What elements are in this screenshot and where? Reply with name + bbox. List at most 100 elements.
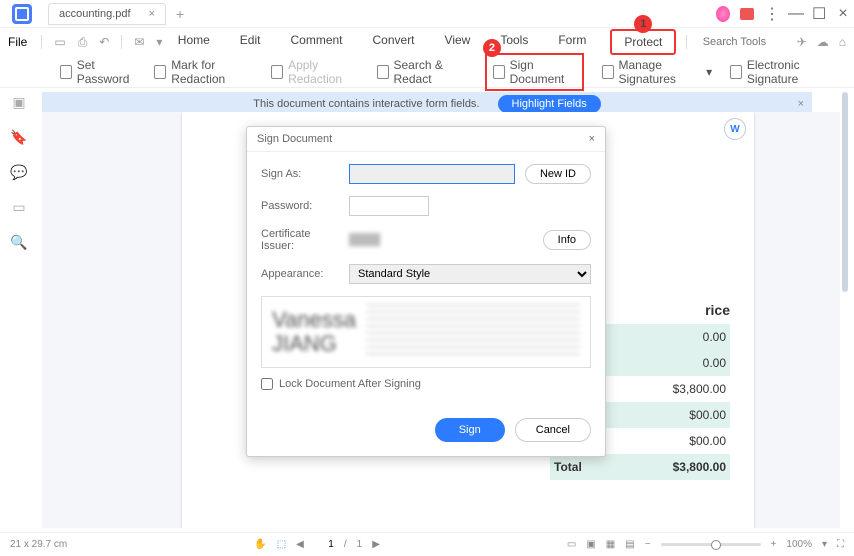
info-button[interactable]: Info (543, 230, 591, 250)
password-input[interactable] (349, 196, 429, 216)
menu-form[interactable]: Form (552, 29, 592, 55)
cloud-icon[interactable]: ☁ (817, 35, 829, 49)
signature-name-1: Vanessa (272, 308, 356, 332)
sign-as-select[interactable] (349, 164, 515, 184)
dialog-title: Sign Document (257, 133, 332, 145)
file-menu[interactable]: File (8, 35, 27, 49)
divider (686, 35, 687, 49)
electronic-signature-button[interactable]: Electronic Signature (730, 58, 834, 86)
menu-view[interactable]: View (439, 29, 477, 55)
apply-redaction-button: Apply Redaction (271, 58, 358, 86)
page-total: 1 (357, 539, 363, 550)
badge-1: 1 (634, 15, 652, 33)
signature-meta (366, 304, 580, 360)
sign-document-dialog: Sign Document × Sign As: New ID Password… (246, 126, 606, 457)
divider (41, 35, 42, 49)
mail-icon[interactable]: ✉ (130, 35, 148, 49)
menu-protect[interactable]: Protect 1 (610, 29, 676, 55)
redact-icon (154, 65, 166, 79)
undo-icon[interactable]: ↶ (95, 35, 113, 49)
prev-page-icon[interactable]: ◀ (296, 539, 304, 550)
issuer-label: Certificate Issuer: (261, 228, 339, 252)
appearance-label: Appearance: (261, 268, 339, 280)
search-tools-input[interactable] (703, 36, 783, 48)
table-row-total: Total$3,800.00 (550, 454, 730, 480)
menu-comment[interactable]: Comment (284, 29, 348, 55)
manage-icon (602, 65, 614, 79)
menu-home[interactable]: Home (172, 29, 216, 55)
sign-as-label: Sign As: (261, 168, 339, 180)
print-icon[interactable]: ⎙ (74, 35, 92, 50)
notification-icon[interactable] (740, 8, 754, 20)
close-infobar-icon[interactable]: × (798, 98, 804, 110)
kebab-menu-icon[interactable]: ⋮ (764, 4, 778, 24)
vertical-scrollbar[interactable] (842, 92, 848, 292)
sign-document-button[interactable]: 2 Sign Document (485, 53, 584, 91)
info-message: This document contains interactive form … (253, 98, 479, 110)
chevron-down-icon[interactable]: ▾ (152, 35, 166, 49)
close-dialog-icon[interactable]: × (589, 133, 595, 145)
next-page-icon[interactable]: ▶ (372, 539, 380, 550)
search-panel-icon[interactable]: 🔍 (10, 234, 27, 251)
send-icon[interactable]: ✈ (797, 35, 807, 49)
close-window-icon[interactable]: × (836, 5, 850, 23)
manage-signatures-button[interactable]: Manage Signatures▾ (602, 58, 712, 86)
fullscreen-icon[interactable]: ⛶ (837, 539, 844, 550)
search-icon (377, 65, 389, 79)
sign-button[interactable]: Sign (435, 418, 505, 442)
lock-checkbox[interactable] (261, 378, 273, 390)
view-mode-icon[interactable]: ▤ (625, 539, 634, 550)
zoom-value: 100% (786, 539, 812, 550)
menu-edit[interactable]: Edit (234, 29, 267, 55)
zoom-in-icon[interactable]: + (771, 539, 777, 550)
zoom-out-icon[interactable]: − (645, 539, 651, 550)
issuer-value: ████ (349, 234, 533, 246)
home-icon[interactable]: ⌂ (839, 35, 846, 49)
user-avatar[interactable] (716, 6, 730, 22)
chevron-down-icon: ▾ (706, 65, 712, 79)
fit-page-icon[interactable]: ▣ (586, 539, 595, 550)
word-export-icon[interactable]: W (724, 118, 746, 140)
fit-width-icon[interactable]: ▭ (567, 539, 576, 550)
signature-icon (493, 65, 505, 79)
close-tab-icon[interactable]: × (149, 8, 155, 20)
divider (121, 35, 122, 49)
lock-checkbox-label[interactable]: Lock Document After Signing (261, 378, 591, 390)
attachment-icon[interactable]: ▭ (12, 199, 25, 216)
chevron-down-icon[interactable]: ▾ (822, 539, 827, 550)
password-label: Password: (261, 200, 339, 212)
minimize-icon[interactable]: — (788, 5, 802, 23)
hand-tool-icon[interactable]: ✋ (254, 539, 266, 550)
save-icon[interactable]: ▭ (50, 35, 69, 49)
apply-icon (271, 65, 283, 79)
cancel-button[interactable]: Cancel (515, 418, 591, 442)
tab-title: accounting.pdf (59, 8, 131, 20)
set-password-button[interactable]: Set Password (60, 58, 136, 86)
add-tab-icon[interactable]: + (176, 6, 184, 22)
esign-icon (730, 65, 742, 79)
comment-icon[interactable]: 💬 (10, 164, 27, 181)
thumbnails-icon[interactable]: ▣ (12, 94, 25, 111)
badge-2: 2 (483, 39, 501, 57)
signature-preview: Vanessa JIANG (261, 296, 591, 368)
left-sidebar: ▣ 🔖 💬 ▭ 🔍 (0, 88, 38, 251)
page-number-input[interactable] (314, 539, 334, 550)
search-redact-button[interactable]: Search & Redact (377, 58, 467, 86)
layout-icon[interactable]: ▦ (606, 539, 615, 550)
document-tab[interactable]: accounting.pdf × (48, 3, 166, 25)
page-dimensions: 21 x 29.7 cm (10, 539, 67, 550)
mark-redaction-button[interactable]: Mark for Redaction (154, 58, 253, 86)
bookmark-icon[interactable]: 🔖 (10, 129, 27, 146)
lock-icon (60, 65, 72, 79)
status-bar: 21 x 29.7 cm ✋ ⬚ ◀ / 1 ▶ ▭ ▣ ▦ ▤ − + 100… (0, 532, 854, 556)
menu-convert[interactable]: Convert (367, 29, 421, 55)
zoom-slider[interactable] (661, 543, 761, 546)
main-menu: Home Edit Comment Convert View Tools For… (172, 29, 677, 55)
maximize-icon[interactable]: ☐ (812, 4, 826, 24)
app-logo (12, 4, 32, 24)
new-id-button[interactable]: New ID (525, 164, 591, 184)
signature-name-2: JIANG (272, 332, 356, 356)
select-tool-icon[interactable]: ⬚ (277, 539, 286, 550)
appearance-select[interactable]: Standard Style (349, 264, 591, 284)
highlight-fields-button[interactable]: Highlight Fields (498, 95, 601, 113)
